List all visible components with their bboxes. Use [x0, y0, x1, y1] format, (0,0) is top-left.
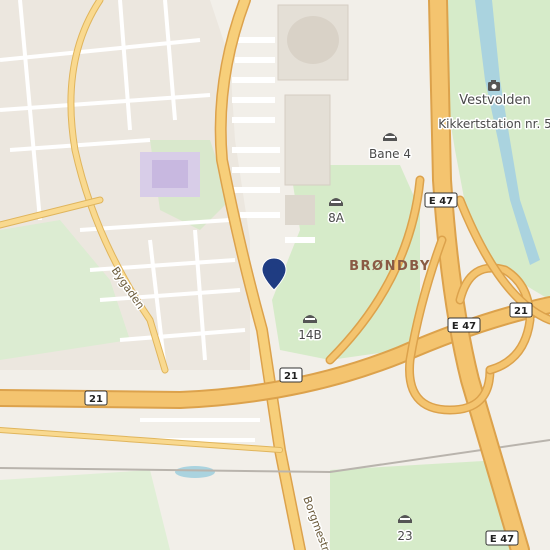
shield-e47-bottom[interactable]: E 47: [485, 530, 519, 546]
label-brondby[interactable]: BRØNDBY: [349, 259, 431, 274]
svg-text:E 47: E 47: [429, 196, 453, 207]
label-kikkertstation[interactable]: Kikkertstation nr. 5: [437, 116, 550, 133]
pond: [175, 466, 215, 478]
shield-road-21-right[interactable]: 21: [509, 302, 533, 318]
shield-road-21-left[interactable]: 21: [84, 390, 108, 406]
label-pitch-23[interactable]: 23: [396, 528, 414, 545]
label-pitch-14b[interactable]: 14B: [297, 327, 324, 344]
svg-text:21: 21: [89, 394, 103, 405]
svg-text:E 47: E 47: [452, 321, 476, 332]
label-pitch-8a[interactable]: 8A: [327, 210, 347, 227]
school-building: [152, 160, 188, 188]
svg-text:21: 21: [284, 371, 298, 382]
label-bane-4[interactable]: Bane 4: [367, 146, 412, 163]
map-layer: Vestvolden Kikkertstation nr. 5 Bane 4 8…: [0, 0, 550, 550]
shield-e47-mid[interactable]: E 47: [447, 317, 481, 333]
building-small: [285, 195, 315, 225]
stadium-building: [287, 16, 339, 64]
svg-text:E 47: E 47: [490, 534, 514, 545]
map-canvas[interactable]: Vestvolden Kikkertstation nr. 5 Bane 4 8…: [0, 0, 550, 550]
building-block: [284, 94, 331, 186]
shield-road-21-center[interactable]: 21: [279, 367, 303, 383]
shield-e47-top[interactable]: E 47: [424, 192, 458, 208]
park-southwest: [0, 470, 170, 550]
svg-text:21: 21: [514, 306, 528, 317]
label-vestvolden[interactable]: Vestvolden: [458, 92, 533, 110]
